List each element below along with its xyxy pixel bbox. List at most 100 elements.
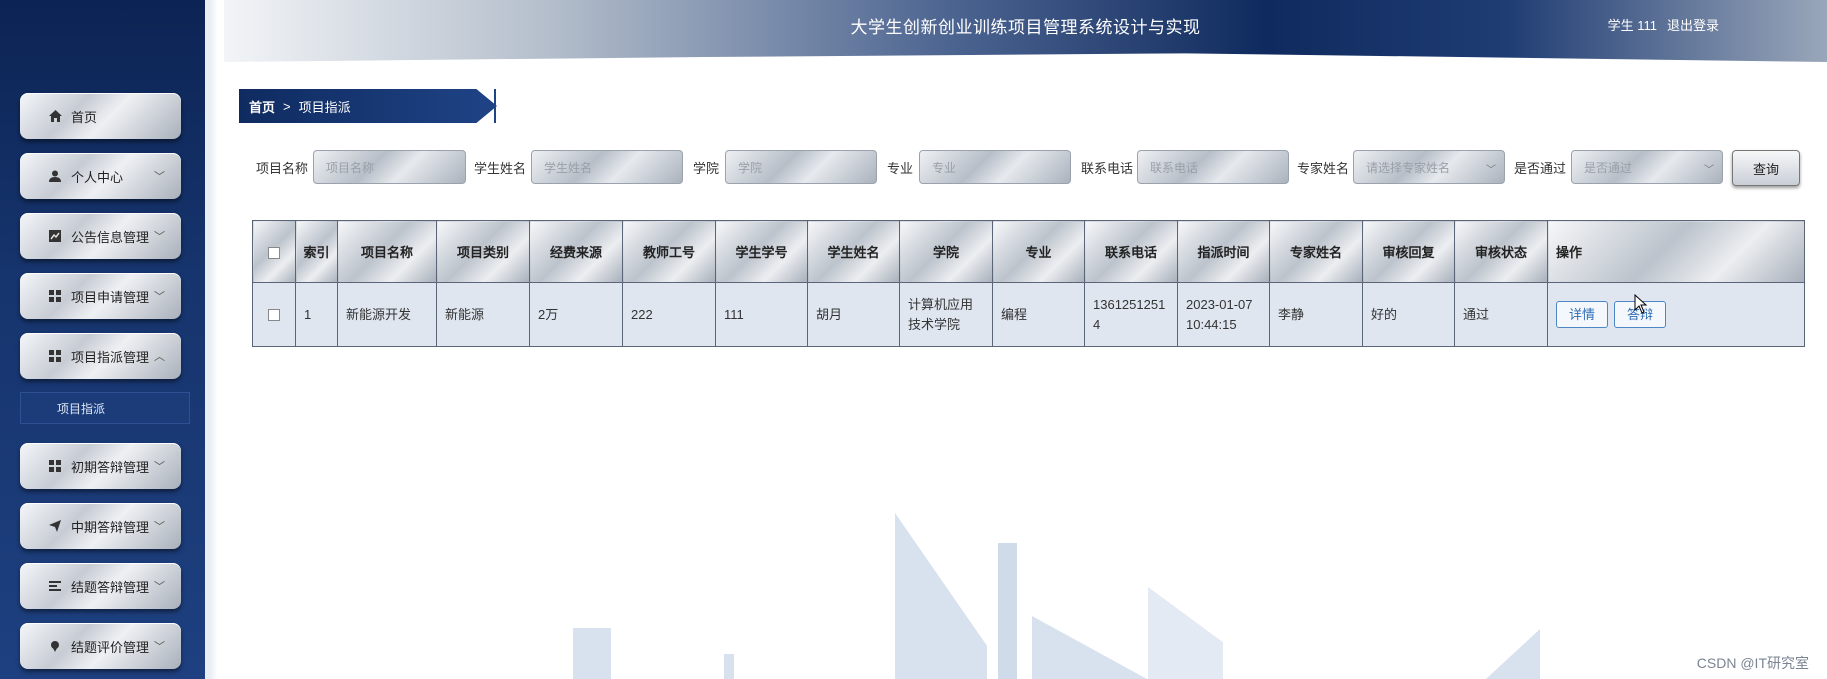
row-checkbox[interactable] bbox=[268, 309, 280, 322]
grid-icon bbox=[48, 349, 62, 363]
table-header-row: 索引 项目名称 项目类别 经费来源 教师工号 学生学号 学生姓名 学院 专业 联… bbox=[252, 220, 1805, 283]
sidebar-item-label: 项目指派管理 bbox=[71, 349, 150, 365]
sidebar-item-final-evaluation[interactable]: 结题评价管理 ﹀ bbox=[20, 623, 181, 669]
chevron-down-icon: ﹀ bbox=[154, 521, 165, 533]
sidebar-item-label: 首页 bbox=[71, 109, 98, 125]
cell-phone: 13612512514 bbox=[1084, 282, 1178, 347]
sidebar-item-personal-center[interactable]: 个人中心 ﹀ bbox=[20, 153, 181, 199]
cell-college: 计算机应用技术学院 bbox=[899, 282, 993, 347]
sidebar-item-label: 项目申请管理 bbox=[71, 289, 150, 305]
column-header-student-name: 学生姓名 bbox=[807, 220, 900, 283]
send-icon bbox=[48, 519, 62, 533]
sidebar-item-label: 个人中心 bbox=[71, 169, 124, 185]
table-row: 1 新能源开发 新能源 2万 222 111 胡月 计算机应用技术学院 编程 1… bbox=[252, 282, 1805, 347]
detail-button[interactable]: 详情 bbox=[1556, 301, 1609, 328]
breadcrumb-divider bbox=[494, 89, 496, 123]
cell-expert: 李静 bbox=[1269, 282, 1363, 347]
skyline-shape bbox=[573, 628, 611, 679]
column-header-teacher-id: 教师工号 bbox=[622, 220, 716, 283]
chevron-down-icon: ﹀ bbox=[154, 461, 165, 473]
search-label-passed: 是否通过 bbox=[1514, 161, 1567, 176]
skyline-shape bbox=[1486, 629, 1540, 679]
cell-project-name: 新能源开发 bbox=[337, 282, 437, 347]
expert-name-select-placeholder: 请选择专家姓名 bbox=[1366, 160, 1451, 175]
home-icon bbox=[48, 109, 62, 123]
sidebar-item-midterm-defense[interactable]: 中期答辩管理 ﹀ bbox=[20, 503, 181, 549]
search-label-expert-name: 专家姓名 bbox=[1297, 161, 1350, 176]
chevron-down-icon: ﹀ bbox=[154, 231, 165, 243]
sidebar-item-project-assignment[interactable]: 项目指派管理 ︿ bbox=[20, 333, 181, 379]
sidebar-item-label: 结题答辩管理 bbox=[71, 579, 150, 595]
mouse-cursor-icon bbox=[1634, 294, 1648, 314]
column-header-reply: 审核回复 bbox=[1362, 220, 1455, 283]
sidebar-item-label: 公告信息管理 bbox=[71, 229, 150, 245]
skyline-shape bbox=[1032, 616, 1147, 679]
search-label-major: 专业 bbox=[887, 161, 914, 176]
search-label-college: 学院 bbox=[693, 161, 720, 176]
row-select-cell bbox=[252, 282, 296, 347]
expert-name-select[interactable]: 请选择专家姓名 ﹀ bbox=[1353, 150, 1505, 184]
sidebar-item-label: 中期答辩管理 bbox=[71, 519, 150, 535]
column-header-project-type: 项目类别 bbox=[436, 220, 530, 283]
chevron-down-icon: ﹀ bbox=[154, 581, 165, 593]
column-header-status: 审核状态 bbox=[1454, 220, 1548, 283]
skyline-shape bbox=[998, 543, 1017, 679]
user-icon bbox=[48, 169, 62, 183]
chevron-down-icon: ﹀ bbox=[1704, 165, 1714, 176]
pin-icon bbox=[48, 639, 62, 653]
sidebar-item-home[interactable]: 首页 bbox=[20, 93, 181, 139]
search-label-project-name: 项目名称 bbox=[256, 161, 309, 176]
chart-icon bbox=[48, 229, 62, 243]
major-input[interactable]: 专业 bbox=[919, 150, 1071, 184]
cell-student-id: 111 bbox=[715, 282, 808, 347]
breadcrumb-current: 项目指派 bbox=[298, 99, 351, 115]
column-header-college: 学院 bbox=[899, 220, 993, 283]
select-all-checkbox[interactable] bbox=[268, 246, 280, 259]
skyline-shape bbox=[1148, 587, 1223, 679]
project-name-input[interactable]: 项目名称 bbox=[313, 150, 466, 184]
header: 大学生创新创业训练项目管理系统设计与实现 学生 111 退出登录 bbox=[224, 0, 1827, 62]
column-header-student-id: 学生学号 bbox=[715, 220, 808, 283]
submenu-item-project-assignment[interactable]: 项目指派 bbox=[20, 392, 190, 424]
sidebar-item-label: 初期答辩管理 bbox=[71, 459, 150, 475]
college-input[interactable]: 学院 bbox=[725, 150, 877, 184]
column-header-assign-time: 指派时间 bbox=[1177, 220, 1270, 283]
sidebar-item-initial-defense[interactable]: 初期答辩管理 ﹀ bbox=[20, 443, 181, 489]
student-name-input[interactable]: 学生姓名 bbox=[531, 150, 683, 184]
column-header-major: 专业 bbox=[992, 220, 1085, 283]
list-icon bbox=[48, 579, 62, 593]
grid-icon bbox=[48, 289, 62, 303]
cell-reply: 好的 bbox=[1362, 282, 1455, 347]
breadcrumb-home[interactable]: 首页 bbox=[249, 97, 275, 116]
chevron-down-icon: ﹀ bbox=[1486, 165, 1496, 176]
column-header-phone: 联系电话 bbox=[1084, 220, 1178, 283]
search-label-phone: 联系电话 bbox=[1081, 161, 1134, 176]
sidebar-item-announcements[interactable]: 公告信息管理 ﹀ bbox=[20, 213, 181, 259]
chevron-down-icon: ﹀ bbox=[154, 171, 165, 183]
breadcrumb: 首页 > 项目指派 bbox=[239, 89, 497, 123]
skyline-shape bbox=[724, 654, 734, 679]
passed-select[interactable]: 是否通过 ﹀ bbox=[1571, 150, 1723, 184]
passed-select-placeholder: 是否通过 bbox=[1584, 160, 1633, 175]
assignment-table: 索引 项目名称 项目类别 经费来源 教师工号 学生学号 学生姓名 学院 专业 联… bbox=[252, 220, 1805, 347]
column-header-expert: 专家姓名 bbox=[1269, 220, 1363, 283]
cell-teacher-id: 222 bbox=[622, 282, 716, 347]
cell-assign-time: 2023-01-07 10:44:15 bbox=[1177, 282, 1270, 347]
phone-input[interactable]: 联系电话 bbox=[1137, 150, 1289, 184]
query-button[interactable]: 查询 bbox=[1732, 150, 1800, 186]
sidebar-item-label: 结题评价管理 bbox=[71, 639, 150, 655]
logout-link[interactable]: 退出登录 bbox=[1667, 15, 1719, 34]
cell-actions: 详情 答辩 bbox=[1547, 282, 1805, 347]
watermark: CSDN @IT研究室 bbox=[1696, 655, 1809, 671]
cell-project-type: 新能源 bbox=[436, 282, 530, 347]
column-header-actions: 操作 bbox=[1547, 220, 1805, 283]
chevron-down-icon: ﹀ bbox=[154, 291, 165, 303]
sidebar-item-project-application[interactable]: 项目申请管理 ﹀ bbox=[20, 273, 181, 319]
skyline-shape bbox=[895, 513, 987, 679]
cell-funding: 2万 bbox=[529, 282, 623, 347]
column-header-funding: 经费来源 bbox=[529, 220, 623, 283]
cell-major: 编程 bbox=[992, 282, 1085, 347]
search-label-student-name: 学生姓名 bbox=[474, 161, 527, 176]
column-header-index: 索引 bbox=[295, 220, 338, 283]
sidebar-item-final-defense[interactable]: 结题答辩管理 ﹀ bbox=[20, 563, 181, 609]
